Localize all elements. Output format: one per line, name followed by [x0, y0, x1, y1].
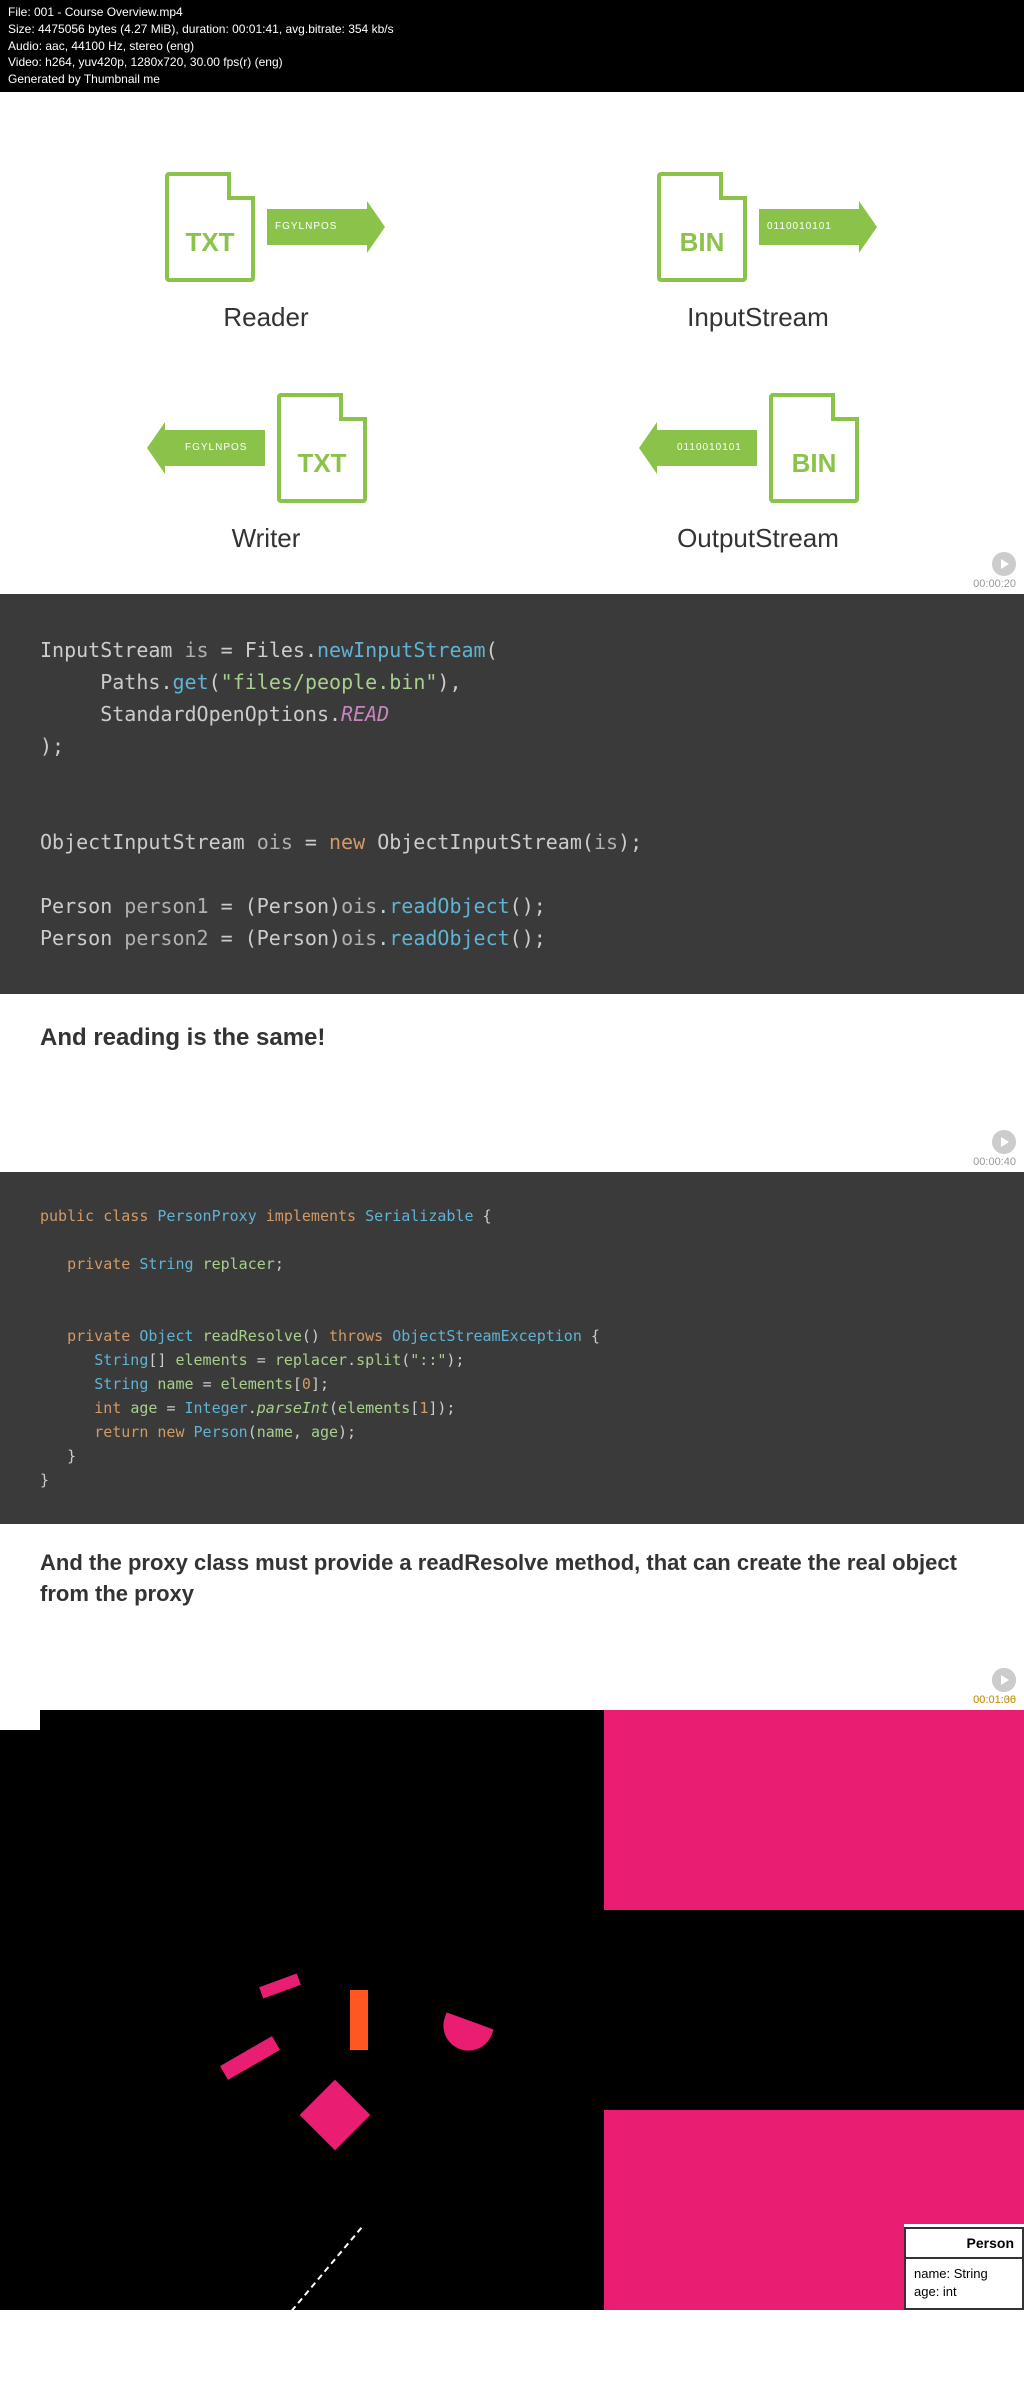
- abstract-section: Person name: String age: int 00:01:36: [0, 1710, 1024, 2310]
- timestamp: 00:00:20: [973, 578, 1016, 590]
- audio-info: Audio: aac, 44100 Hz, stereo (eng): [8, 38, 1016, 55]
- play-icon[interactable]: [992, 1130, 1016, 1154]
- pink-stroke: [220, 2036, 280, 2080]
- timestamp: 00:01:36: [973, 1694, 1016, 1706]
- uml-field: name: String: [914, 2265, 1014, 2283]
- arrow-left-icon: 0110010101: [657, 430, 757, 466]
- generated-info: Generated by Thumbnail me: [8, 71, 1016, 88]
- io-item-writer: FGYLNPOS TXT Writer: [40, 393, 492, 554]
- io-label: InputStream: [687, 302, 829, 333]
- arrow-left-icon: FGYLNPOS: [165, 430, 265, 466]
- bin-file-icon: BIN: [657, 172, 747, 282]
- caption-text: And reading is the same!: [0, 994, 1024, 1172]
- io-diagram-section: TXT FGYLNPOS Reader BIN 0110010101 Input…: [0, 92, 1024, 594]
- io-label: Writer: [232, 523, 301, 554]
- uml-field: age: int: [914, 2283, 1014, 2301]
- arrow-right-icon: FGYLNPOS: [267, 209, 367, 245]
- io-label: OutputStream: [677, 523, 839, 554]
- timestamp: 00:00:40: [973, 1156, 1016, 1168]
- io-item-reader: TXT FGYLNPOS Reader: [40, 172, 492, 333]
- white-shape: [0, 1710, 40, 1730]
- orange-shape: [350, 1990, 368, 2050]
- caption-text: And the proxy class must provide a readR…: [0, 1524, 1024, 1710]
- arrow-right-icon: 0110010101: [759, 209, 859, 245]
- play-icon[interactable]: [992, 1668, 1016, 1692]
- uml-class-name: Person: [906, 2229, 1022, 2259]
- pink-stroke: [300, 2079, 371, 2150]
- video-metadata-header: File: 001 - Course Overview.mp4 Size: 44…: [0, 0, 1024, 92]
- code-block: public class PersonProxy implements Seri…: [0, 1172, 1024, 1524]
- uml-person-card: Person name: String age: int: [904, 2227, 1024, 2309]
- size-info: Size: 4475056 bytes (4.27 MiB), duration…: [8, 21, 1016, 38]
- pink-stroke: [259, 1973, 301, 1998]
- txt-file-icon: TXT: [277, 393, 367, 503]
- pink-stroke: [436, 2012, 493, 2057]
- code-section-1: InputStream is = Files.newInputStream( P…: [0, 594, 1024, 1172]
- io-item-outputstream: 0110010101 BIN OutputStream: [532, 393, 984, 554]
- dashed-line: [258, 2227, 362, 2310]
- bin-file-icon: BIN: [769, 393, 859, 503]
- play-icon[interactable]: [992, 552, 1016, 576]
- video-info: Video: h264, yuv420p, 1280x720, 30.00 fp…: [8, 54, 1016, 71]
- txt-file-icon: TXT: [165, 172, 255, 282]
- io-item-inputstream: BIN 0110010101 InputStream: [532, 172, 984, 333]
- code-section-2: public class PersonProxy implements Seri…: [0, 1172, 1024, 1710]
- io-label: Reader: [223, 302, 308, 333]
- pink-shape: [604, 1710, 1024, 1910]
- code-block: InputStream is = Files.newInputStream( P…: [0, 594, 1024, 994]
- file-info: File: 001 - Course Overview.mp4: [8, 4, 1016, 21]
